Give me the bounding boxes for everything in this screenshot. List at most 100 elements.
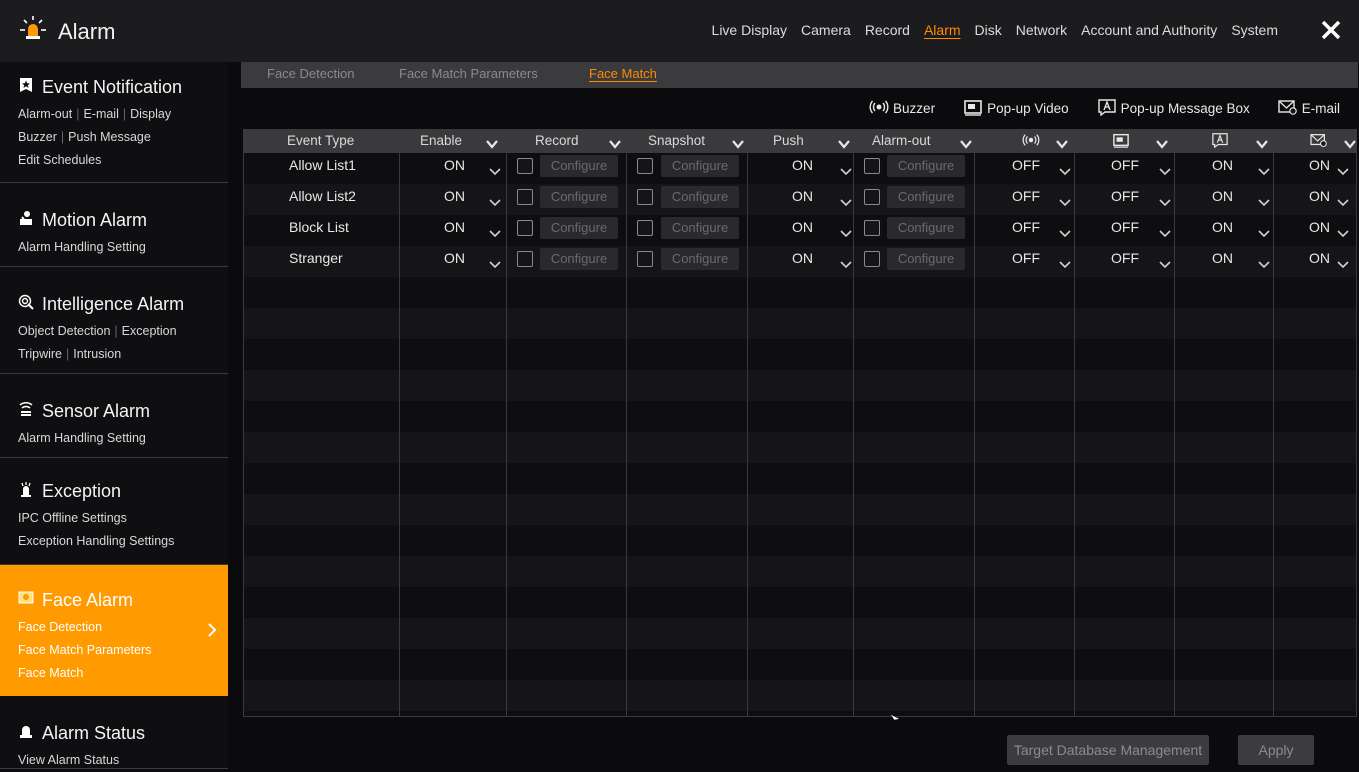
chevron-down-icon[interactable] (1159, 163, 1171, 176)
sidebar-link-ipc-offline-settings[interactable]: IPC Offline Settings (18, 511, 127, 525)
sub-tab-face-detection[interactable]: Face Detection (267, 66, 354, 81)
popup-video-icon (963, 98, 983, 119)
nav-item-account-and-authority[interactable]: Account and Authority (1074, 22, 1224, 38)
sub-tab-face-match[interactable]: Face Match (589, 66, 657, 81)
sidebar-heading[interactable]: Sensor Alarm (18, 401, 150, 422)
sidebar-link-exception-handling-settings[interactable]: Exception Handling Settings (18, 534, 174, 548)
nav-item-camera[interactable]: Camera (794, 22, 858, 38)
checkbox[interactable] (637, 220, 653, 236)
header-dropdown-icon[interactable] (1256, 136, 1268, 149)
chevron-down-icon[interactable] (1059, 256, 1071, 269)
sidebar: Event Notification Alarm-out | E-mail | Displ… (0, 62, 228, 769)
sidebar-link-edit-schedules[interactable]: Edit Schedules (18, 153, 101, 167)
chevron-down-icon[interactable] (1258, 163, 1270, 176)
chevron-down-icon[interactable] (1337, 163, 1349, 176)
chevron-down-icon[interactable] (1159, 194, 1171, 207)
column-divider (1273, 130, 1274, 716)
nav-item-system[interactable]: System (1224, 22, 1285, 38)
sidebar-link-e-mail[interactable]: E-mail (83, 107, 118, 121)
sidebar-link-face-match[interactable]: Face Match (18, 666, 83, 680)
chevron-down-icon[interactable] (1337, 194, 1349, 207)
sidebar-link-display[interactable]: Display (130, 107, 171, 121)
sidebar-heading[interactable]: Event Notification (18, 77, 182, 98)
nav-item-disk[interactable]: Disk (968, 22, 1009, 38)
checkbox[interactable] (864, 189, 880, 205)
chevron-down-icon[interactable] (840, 256, 852, 269)
sidebar-heading[interactable]: Exception (18, 481, 121, 502)
chevron-down-icon[interactable] (1159, 256, 1171, 269)
nav-item-record[interactable]: Record (858, 22, 917, 38)
sidebar-link-tripwire[interactable]: Tripwire (18, 347, 62, 361)
checkbox[interactable] (864, 251, 880, 267)
checkbox[interactable] (637, 251, 653, 267)
chevron-down-icon[interactable] (1258, 225, 1270, 238)
sidebar-link-alarm-handling-setting[interactable]: Alarm Handling Setting (18, 240, 146, 254)
chevron-down-icon[interactable] (1337, 225, 1349, 238)
configure-button[interactable]: Configure (887, 186, 965, 208)
sub-tab-face-match-parameters[interactable]: Face Match Parameters (399, 66, 538, 81)
chevron-down-icon[interactable] (1059, 194, 1071, 207)
sidebar-heading[interactable]: Motion Alarm (18, 210, 147, 231)
target-database-management-button[interactable]: Target Database Management (1007, 735, 1209, 765)
chevron-down-icon[interactable] (1059, 225, 1071, 238)
checkbox[interactable] (864, 158, 880, 174)
close-icon[interactable] (1319, 18, 1343, 42)
configure-button[interactable]: Configure (887, 248, 965, 270)
chevron-down-icon[interactable] (489, 194, 501, 207)
checkbox[interactable] (517, 251, 533, 267)
chevron-down-icon[interactable] (1159, 225, 1171, 238)
configure-button[interactable]: Configure (661, 186, 739, 208)
configure-button[interactable]: Configure (540, 217, 618, 239)
chevron-down-icon[interactable] (489, 256, 501, 269)
configure-button[interactable]: Configure (540, 186, 618, 208)
chevron-down-icon[interactable] (840, 163, 852, 176)
configure-button[interactable]: Configure (540, 155, 618, 177)
nav-item-live-display[interactable]: Live Display (705, 22, 794, 38)
header-dropdown-icon[interactable] (1344, 136, 1356, 149)
chevron-down-icon[interactable] (840, 225, 852, 238)
sidebar-link-intrusion[interactable]: Intrusion (73, 347, 121, 361)
sidebar-link-face-detection[interactable]: Face Detection (18, 620, 102, 634)
sidebar-heading[interactable]: Alarm Status (18, 723, 145, 744)
configure-button[interactable]: Configure (661, 248, 739, 270)
header-dropdown-icon[interactable] (1056, 136, 1068, 149)
checkbox[interactable] (517, 189, 533, 205)
sidebar-link-buzzer[interactable]: Buzzer (18, 130, 57, 144)
sidebar-link-object-detection[interactable]: Object Detection (18, 324, 110, 338)
sidebar-heading[interactable]: Intelligence Alarm (18, 294, 184, 315)
configure-button[interactable]: Configure (887, 155, 965, 177)
chevron-down-icon[interactable] (1258, 256, 1270, 269)
chevron-down-icon[interactable] (489, 225, 501, 238)
checkbox[interactable] (517, 220, 533, 236)
header-dropdown-icon[interactable] (960, 136, 972, 149)
checkbox[interactable] (864, 220, 880, 236)
apply-button[interactable]: Apply (1238, 735, 1314, 765)
chevron-down-icon[interactable] (1337, 256, 1349, 269)
sidebar-link-face-match-parameters[interactable]: Face Match Parameters (18, 643, 151, 657)
sidebar-link-exception[interactable]: Exception (122, 324, 177, 338)
checkbox[interactable] (517, 158, 533, 174)
sidebar-link-view-alarm-status[interactable]: View Alarm Status (18, 753, 119, 767)
nav-item-alarm[interactable]: Alarm (917, 22, 968, 38)
sidebar-heading[interactable]: Face Alarm (18, 590, 133, 611)
header-dropdown-icon[interactable] (486, 136, 498, 149)
sidebar-link-push-message[interactable]: Push Message (68, 130, 151, 144)
sidebar-link-alarm-out[interactable]: Alarm-out (18, 107, 72, 121)
chevron-down-icon[interactable] (1059, 163, 1071, 176)
header-dropdown-icon[interactable] (838, 136, 850, 149)
checkbox[interactable] (637, 189, 653, 205)
header-dropdown-icon[interactable] (732, 136, 744, 149)
header-dropdown-icon[interactable] (1156, 136, 1168, 149)
checkbox[interactable] (637, 158, 653, 174)
configure-button[interactable]: Configure (887, 217, 965, 239)
enable-select: ON (444, 219, 465, 235)
nav-item-network[interactable]: Network (1009, 22, 1074, 38)
chevron-down-icon[interactable] (1258, 194, 1270, 207)
header-dropdown-icon[interactable] (609, 136, 621, 149)
configure-button[interactable]: Configure (661, 155, 739, 177)
configure-button[interactable]: Configure (661, 217, 739, 239)
chevron-down-icon[interactable] (489, 163, 501, 176)
configure-button[interactable]: Configure (540, 248, 618, 270)
chevron-down-icon[interactable] (840, 194, 852, 207)
sidebar-link-alarm-handling-setting[interactable]: Alarm Handling Setting (18, 431, 146, 445)
